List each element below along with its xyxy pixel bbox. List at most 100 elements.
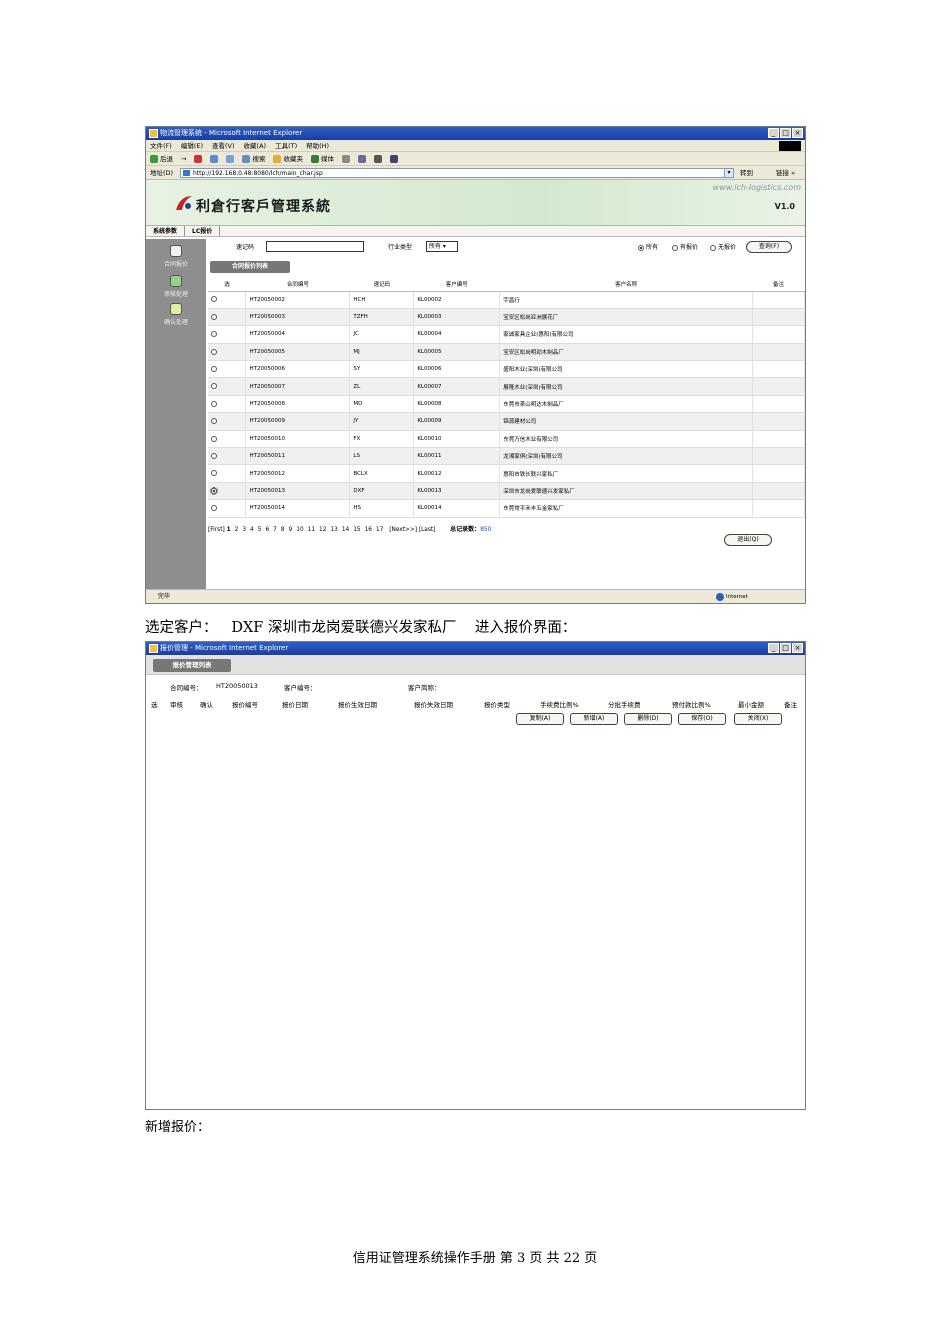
pager-page-link[interactable]: 6 (265, 527, 269, 533)
tab-system-params[interactable]: 系统参数 (146, 226, 186, 236)
pager-first[interactable]: [First] (208, 527, 225, 533)
links-button[interactable]: 链接 » (776, 166, 795, 180)
maximize-icon[interactable]: □ (780, 128, 791, 138)
row-select-cell (208, 291, 247, 309)
sidebar-item-review[interactable]: 审核处理 (146, 275, 206, 298)
address-input[interactable]: http://192.168.0.48:8080/lch/main_char.j… (180, 168, 730, 178)
row-radio[interactable] (211, 505, 217, 512)
row-radio[interactable] (211, 470, 217, 477)
pager-page-link[interactable]: 17 (376, 527, 383, 533)
pager-next[interactable]: [Next>>] (389, 527, 417, 533)
address-dropdown-icon[interactable]: ▾ (724, 168, 734, 178)
minimize-icon[interactable]: _ (768, 128, 779, 138)
home-icon[interactable] (226, 152, 235, 165)
pager-page-link[interactable]: 13 (330, 527, 337, 533)
industry-select[interactable]: 所有 ▾ (426, 241, 458, 252)
back-button[interactable]: 后退 (150, 152, 173, 165)
pager-page-link[interactable]: 9 (289, 527, 293, 533)
row-radio[interactable] (211, 383, 217, 390)
menu-file[interactable]: 文件(F) (150, 140, 172, 151)
col-quote-no: 报价编号 (232, 701, 258, 709)
pager-page-link[interactable]: 3 (242, 527, 246, 533)
history-icon[interactable] (341, 152, 350, 165)
pager-page-link[interactable]: 5 (258, 527, 262, 533)
radio-unquoted[interactable]: 无报价 (710, 242, 736, 251)
stop-icon[interactable] (194, 152, 203, 165)
delete-button[interactable]: 删除(D) (624, 713, 672, 725)
menu-favorites[interactable]: 收藏(A) (244, 140, 267, 151)
forward-button[interactable]: → (181, 152, 186, 165)
sidebar-item-contract-quote[interactable]: 合同报价 (146, 245, 206, 268)
code-input[interactable] (266, 241, 364, 252)
table-row[interactable]: HT20050005 MJ KL00005 宝安区松岗明劲木制品厂 (208, 343, 805, 362)
table-row[interactable]: HT20050003 TZFH KL00003 宝安区松岗亚洲展花厂 (208, 308, 805, 327)
row-radio[interactable] (210, 486, 218, 495)
close-icon[interactable]: × (792, 643, 803, 653)
customer-no-cell: KL00007 (413, 377, 501, 396)
table-row[interactable]: HT20050013 DXF KL00013 深圳市龙岗爱联德兴发家私厂 (208, 482, 805, 501)
row-radio[interactable] (211, 296, 217, 303)
customer-name-cell: 龙湘家俱(深圳)有限公司 (499, 447, 754, 466)
row-radio[interactable] (211, 418, 217, 425)
close-button[interactable]: 关闭(X) (734, 713, 782, 725)
row-radio[interactable] (211, 331, 217, 338)
pager-page-link[interactable]: 10 (296, 527, 303, 533)
row-radio[interactable] (211, 366, 217, 372)
radio-all[interactable]: 所有 (638, 242, 658, 251)
pager-page-link[interactable]: 8 (281, 527, 285, 533)
menu-edit[interactable]: 编辑(E) (181, 140, 203, 151)
save-button[interactable]: 保存(O) (678, 713, 726, 725)
table-row[interactable]: HT20050012 BCLX KL00012 惠阳市铁长联兴家私厂 (208, 464, 805, 483)
row-radio[interactable] (211, 435, 217, 442)
refresh-icon[interactable] (210, 152, 219, 165)
row-radio[interactable] (211, 313, 217, 320)
row-radio[interactable] (211, 348, 217, 355)
row-radio[interactable] (211, 452, 217, 459)
ie-app-icon (149, 644, 158, 653)
pager-page-link[interactable]: 1 (227, 527, 231, 533)
pager-page-link[interactable]: 4 (250, 527, 254, 533)
table-row[interactable]: HT20050010 FX KL00010 东莞万信木业有限公司 (208, 430, 805, 449)
menu-help[interactable]: 帮助(H) (306, 140, 329, 151)
favorites-button[interactable]: 收藏夹 (273, 152, 303, 165)
table-row[interactable]: HT20050006 SY KL00006 盛阳木业(深圳)有限公司 (208, 360, 805, 379)
edit-icon[interactable] (389, 152, 398, 165)
pager-page-link[interactable]: 14 (342, 527, 349, 533)
new-quote-label: 新增报价： (145, 1120, 211, 1135)
copy-button[interactable]: 复制(A) (516, 713, 564, 725)
row-select-cell (208, 377, 247, 396)
search-button[interactable]: 搜索 (242, 152, 265, 165)
table-row[interactable]: HT20050009 JY KL00009 锦源建材公司 (208, 412, 805, 431)
table-row[interactable]: HT20050007 ZL KL00007 展隆木业(深圳)有限公司 (208, 377, 805, 396)
col-min-amount: 最小金额 (738, 701, 764, 709)
pager-page-link[interactable]: 15 (353, 527, 360, 533)
pager-page-link[interactable]: 2 (235, 527, 239, 533)
close-icon[interactable]: × (792, 128, 803, 138)
query-button[interactable]: 查询(F) (746, 241, 792, 253)
table-row[interactable]: HT20050008 MD KL00008 东莞市茶山明达木制品厂 (208, 395, 805, 414)
pager-page-link[interactable]: 12 (319, 527, 326, 533)
table-row[interactable]: HT20050004 JC KL00004 家诚家具企业(惠阳)有限公司 (208, 325, 805, 344)
menu-view[interactable]: 查看(V) (212, 140, 235, 151)
main-content: 速记码 行业类型 所有 ▾ 所有 有报价 无报价 查询(F) 合同报价列表 选 … (206, 239, 805, 589)
pager-page-link[interactable]: 7 (273, 527, 277, 533)
minimize-icon[interactable]: _ (768, 643, 779, 653)
pager-last[interactable]: [Last] (419, 527, 436, 533)
menu-tools[interactable]: 工具(T) (275, 140, 297, 151)
maximize-icon[interactable]: □ (780, 643, 791, 653)
table-row[interactable]: HT20050011 LS KL00011 龙湘家俱(深圳)有限公司 (208, 447, 805, 466)
tab-lc-quote[interactable]: LC报价 (185, 226, 221, 236)
table-row[interactable]: HT20050002 HCH KL00002 宇昌行 (208, 291, 805, 309)
pager-page-link[interactable]: 16 (365, 527, 372, 533)
media-button[interactable]: 媒体 (310, 152, 334, 165)
table-row[interactable]: HT20050014 HS KL00014 东莞常平禾丰五金家私厂 (208, 499, 805, 518)
radio-quoted[interactable]: 有报价 (672, 242, 698, 251)
exit-button[interactable]: 退出(Q) (724, 534, 772, 546)
print-icon[interactable] (373, 152, 382, 165)
row-radio[interactable] (211, 400, 217, 407)
mail-icon[interactable] (357, 152, 366, 165)
add-button[interactable]: 新增(A) (570, 713, 618, 725)
sidebar-item-confirm[interactable]: 确认处理 (146, 303, 206, 326)
pager-page-link[interactable]: 11 (308, 527, 315, 533)
go-button[interactable]: 转到 (740, 166, 753, 180)
